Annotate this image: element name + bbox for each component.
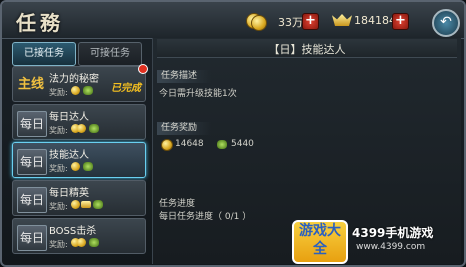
add-ingots-button[interactable]: + xyxy=(392,13,409,30)
quest-name: BOSS击杀 xyxy=(49,226,97,237)
quest-item-boss[interactable]: 每日 BOSS击杀 奖励: xyxy=(12,218,146,254)
add-coins-button[interactable]: + xyxy=(302,13,319,30)
reward-coins-value: 14648 xyxy=(175,139,204,149)
exp-reward-icon xyxy=(83,162,93,171)
section-reward-label: 任务奖励 xyxy=(157,122,212,135)
daily-quest-icon: 每日 xyxy=(17,225,47,251)
notification-dot xyxy=(138,64,148,74)
exp-reward-icon xyxy=(83,86,93,95)
coin-reward-icon xyxy=(71,200,80,209)
exp-reward-icon xyxy=(89,124,99,133)
reward-exp-value: 5440 xyxy=(231,139,254,149)
back-button[interactable]: ↶ xyxy=(432,9,460,37)
quest-name: 每日达人 xyxy=(49,112,89,123)
window-title: 任務 xyxy=(16,11,64,35)
coin-reward-icon xyxy=(161,139,173,151)
progress-label: 任务进度 xyxy=(159,199,196,209)
tab-available-quests[interactable]: 可接任务 xyxy=(78,42,142,66)
reward-label: 奖励: xyxy=(49,126,68,135)
game-window: 任務 33万 + 184184 + ↶ 已接任务 可接任务 主线 法力的秘密 奖… xyxy=(0,0,466,267)
detail-title: 【日】技能达人 xyxy=(268,43,346,56)
daily-quest-icon: 每日 xyxy=(17,149,47,175)
tab-accepted-quests[interactable]: 已接任务 xyxy=(12,42,76,66)
watermark-logo: 游戏大全 xyxy=(292,220,348,264)
reward-label: 奖励: xyxy=(49,240,68,249)
coin-reward-icon xyxy=(77,124,86,133)
progress-text: 每日任务进度（ 0/1 ） xyxy=(159,212,252,222)
watermark-url: www.4399.com xyxy=(356,242,426,252)
coin-stack-icon xyxy=(251,15,267,31)
daily-quest-icon: 每日 xyxy=(17,111,47,137)
daily-quest-icon: 每日 xyxy=(17,187,47,213)
coin-reward-icon xyxy=(71,86,80,95)
coin-reward-icon xyxy=(77,238,86,247)
gold-reward-icon xyxy=(81,201,91,208)
ingots-value: 184184 xyxy=(354,14,396,27)
quest-list-panel: 已接任务 可接任务 主线 法力的秘密 奖励: 已完成 每日 每日达人 奖励: 每… xyxy=(10,38,150,264)
quest-name: 法力的秘密 xyxy=(49,74,99,85)
coin-reward-icon xyxy=(71,162,80,171)
ingot-icon xyxy=(332,14,352,26)
watermark-name: 4399手机游戏 xyxy=(352,226,434,240)
quest-complete-badge: 已完成 xyxy=(111,83,141,94)
quest-item-main[interactable]: 主线 法力的秘密 奖励: 已完成 xyxy=(12,64,148,102)
reward-label: 奖励: xyxy=(49,202,68,211)
coins-value: 33万 xyxy=(278,16,303,29)
exp-reward-icon xyxy=(217,140,227,149)
quest-item-daily[interactable]: 每日 每日达人 奖励: xyxy=(12,104,146,140)
description-text: 今日需升级技能1次 xyxy=(159,89,237,99)
quest-name: 每日精英 xyxy=(49,188,89,199)
quest-item-elite[interactable]: 每日 每日精英 奖励: xyxy=(12,180,146,216)
top-bar: 任務 33万 + 184184 + ↶ xyxy=(2,2,464,39)
reward-label: 奖励: xyxy=(49,164,68,173)
exp-reward-icon xyxy=(93,200,103,209)
section-description-label: 任务描述 xyxy=(157,70,212,83)
quest-item-skill[interactable]: 每日 技能达人 奖励: xyxy=(12,142,146,178)
quest-name: 技能达人 xyxy=(49,150,89,161)
exp-reward-icon xyxy=(89,238,99,247)
reward-label: 奖励: xyxy=(49,88,68,97)
main-quest-icon: 主线 xyxy=(17,77,44,92)
